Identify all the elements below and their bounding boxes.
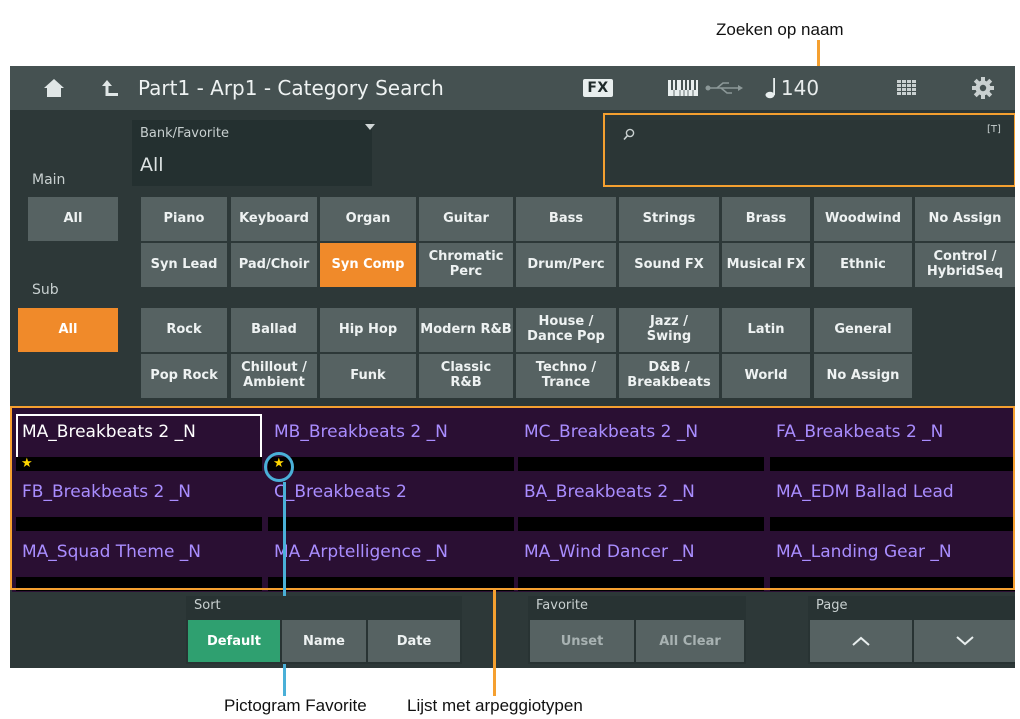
bank-favorite-selector[interactable]: Bank/Favorite All [132,120,372,186]
favorite-label: Favorite [536,598,588,613]
search-highlight-frame [603,113,1015,187]
main-keyboard-button[interactable]: Keyboard [231,197,317,241]
page-down-button[interactable] [914,620,1015,662]
main-strings-button[interactable]: Strings [619,197,719,241]
fx-label: FX [583,79,613,97]
sub-rock-button[interactable]: Rock [141,308,227,352]
page-label: Page [816,598,848,613]
bank-favorite-label: Bank/Favorite [140,126,229,141]
main-chromatic-perc-button[interactable]: Chromatic Perc [419,243,513,287]
title-bar: Part1 - Arp1 - Category Search FX 140 [10,66,1015,110]
main-syn-lead-button[interactable]: Syn Lead [141,243,227,287]
sub-world-button[interactable]: World [722,354,810,398]
sort-default-button[interactable]: Default [188,620,280,662]
sub-all-button[interactable]: All [18,308,118,352]
callout-line-search [817,40,820,66]
sub-jazz-swing-button[interactable]: Jazz / Swing [619,308,719,352]
favorite-icon-highlight [264,452,294,482]
main-pad-choir-button[interactable]: Pad/Choir [231,243,317,287]
sub-techno-trance-button[interactable]: Techno / Trance [516,354,616,398]
chevron-down-icon [955,636,974,646]
main-guitar-button[interactable]: Guitar [419,197,513,241]
sub-ballad-button[interactable]: Ballad [231,308,317,352]
sub-latin-button[interactable]: Latin [722,308,810,352]
main-piano-button[interactable]: Piano [141,197,227,241]
sub-general-button[interactable]: General [814,308,912,352]
tempo-value[interactable]: 140 [778,66,822,110]
main-organ-button[interactable]: Organ [320,197,416,241]
sort-name-button[interactable]: Name [282,620,366,662]
callout-arp-list: Lijst met arpeggiotypen [407,696,583,715]
main-woodwind-button[interactable]: Woodwind [814,197,912,241]
bank-favorite-value: All [140,154,164,176]
callout-favorite-icon: Pictogram Favorite [224,696,367,715]
keyboard-icon [666,66,700,110]
bank-dropdown-caret-icon[interactable] [365,124,375,130]
grid-icon[interactable] [892,66,922,110]
sub-modern-randb-button[interactable]: Modern R&B [419,308,513,352]
callout-line-list [493,665,496,696]
sub-chillout-ambient-button[interactable]: Chillout / Ambient [231,354,317,398]
sub-funk-button[interactable]: Funk [320,354,416,398]
sub-no-assign-button[interactable]: No Assign [814,354,912,398]
sub-hip-hop-button[interactable]: Hip Hop [320,308,416,352]
fx-indicator[interactable]: FX [578,66,618,110]
callout-line-favorite [283,665,286,696]
sub-dandb-breakbeats-button[interactable]: D&B / Breakbeats [619,354,719,398]
chevron-up-icon [852,636,870,646]
home-icon[interactable] [36,66,72,110]
sort-label: Sort [194,598,221,613]
page-up-button[interactable] [810,620,912,662]
sub-label: Sub [32,282,59,298]
favorite-all-clear-button[interactable]: All Clear [636,620,744,662]
page-title: Part1 - Arp1 - Category Search [138,76,444,100]
main-drum-perc-button[interactable]: Drum/Perc [516,243,616,287]
list-highlight-frame [10,406,1015,590]
main-sound-fx-button[interactable]: Sound FX [619,243,719,287]
back-icon[interactable] [95,66,125,110]
sub-pop-rock-button[interactable]: Pop Rock [141,354,227,398]
main-control-hybridseq-button[interactable]: Control / HybridSeq [915,243,1015,287]
main-syn-comp-button[interactable]: Syn Comp [320,243,416,287]
sub-classic-randb-button[interactable]: Classic R&B [419,354,513,398]
main-brass-button[interactable]: Brass [722,197,810,241]
main-musical-fx-button[interactable]: Musical FX [722,243,810,287]
callout-search-by-name: Zoeken op naam [716,20,844,39]
callout-line-list-inner [493,590,496,668]
favorite-unset-button[interactable]: Unset [530,620,634,662]
main-label: Main [32,172,66,188]
usb-icon [702,66,746,110]
gear-icon[interactable] [968,66,998,110]
main-no-assign-button[interactable]: No Assign [915,197,1015,241]
main-bass-button[interactable]: Bass [516,197,616,241]
sub-house-dance-pop-button[interactable]: House / Dance Pop [516,308,616,352]
device-screen: Part1 - Arp1 - Category Search FX 140 Ma… [10,66,1015,668]
main-all-button[interactable]: All [28,197,118,241]
main-ethnic-button[interactable]: Ethnic [814,243,912,287]
sort-date-button[interactable]: Date [368,620,460,662]
